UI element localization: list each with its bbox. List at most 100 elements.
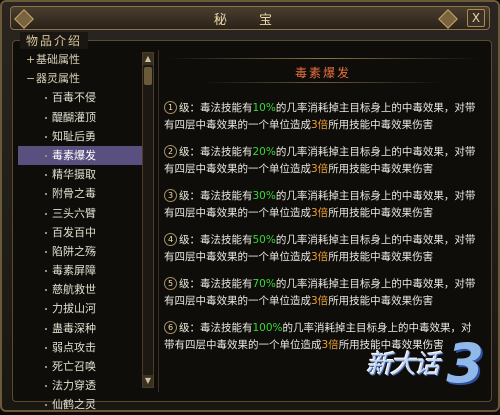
bullet-icon xyxy=(44,381,52,389)
tree-category[interactable]: −器灵属性 xyxy=(18,69,142,88)
tree-item[interactable]: 毒素屏障 xyxy=(18,261,142,280)
header-divider-top xyxy=(166,58,480,59)
level-text-prefix: 级：毒法技能有 xyxy=(179,102,253,114)
section-label: 物品介绍 xyxy=(20,32,89,49)
bullet-icon xyxy=(44,247,52,255)
bullet-icon xyxy=(44,228,52,236)
bullet-icon xyxy=(44,285,52,293)
title-bar[interactable]: 秘 宝 X xyxy=(10,6,490,30)
bullet-icon xyxy=(44,304,52,312)
tree-item-label: 死亡召唤 xyxy=(52,360,96,373)
level-description: 1 级：毒法技能有10%的几率消耗掉主目标身上的中毒效果，对带有四层中毒效果的一个… xyxy=(164,100,482,134)
damage-multiplier: 3倍 xyxy=(311,163,329,175)
tree-item[interactable]: 蛊毒深种 xyxy=(18,319,142,338)
tree-item-label: 力拔山河 xyxy=(52,302,96,316)
bullet-icon xyxy=(44,266,52,274)
tree-item[interactable]: 法力穿透 xyxy=(18,376,142,395)
scroll-up-icon[interactable]: ▲ xyxy=(143,53,153,65)
tree-item[interactable]: 慈航救世 xyxy=(18,280,142,299)
proc-chance: 20% xyxy=(252,146,276,158)
scroll-thumb[interactable] xyxy=(144,67,152,85)
tree-item-label: 知耻后勇 xyxy=(52,129,96,143)
level-text-prefix: 级：毒法技能有 xyxy=(179,190,253,202)
level-text-prefix: 级：毒法技能有 xyxy=(179,234,253,246)
damage-multiplier: 3倍 xyxy=(311,119,329,131)
tree-item[interactable]: 弱点攻击 xyxy=(18,338,142,357)
tree-item[interactable]: 毒素爆发 xyxy=(18,145,142,166)
tree-item[interactable]: 百毒不侵 xyxy=(18,88,142,107)
tree-item[interactable]: 醍醐灌顶 xyxy=(18,108,142,127)
bullet-icon xyxy=(44,93,52,101)
tree-item[interactable]: 百发百中 xyxy=(18,223,142,242)
tree-item[interactable]: 精华摄取 xyxy=(18,165,142,184)
watermark-text: 新大话 xyxy=(366,350,440,380)
game-logo-watermark: 新大话 3 xyxy=(366,332,484,396)
level-description: 5 级：毒法技能有70%的几率消耗掉主目标身上的中毒效果，对带有四层中毒效果的一个… xyxy=(164,276,482,310)
tree-item-label: 醍醐灌顶 xyxy=(52,110,96,124)
detail-header: 毒素爆发 xyxy=(294,66,351,80)
level-description: 3 级：毒法技能有30%的几率消耗掉主目标身上的中毒效果，对带有四层中毒效果的一个… xyxy=(164,188,482,222)
bullet-icon xyxy=(44,189,52,197)
bullet-icon xyxy=(44,324,52,332)
tree-scrollbar[interactable]: ▲ ▼ xyxy=(142,52,154,388)
tree-item[interactable]: 知耻后勇 xyxy=(18,127,142,146)
bullet-icon xyxy=(44,400,52,408)
bullet-icon xyxy=(44,113,52,121)
tree-item[interactable]: 死亡召唤 xyxy=(18,357,142,376)
bullet-icon xyxy=(44,151,52,159)
tree-item-label: 精华摄取 xyxy=(52,168,96,182)
tree-item-label: 法力穿透 xyxy=(52,379,96,393)
level-text-suffix: 所用技能中毒效果伤害 xyxy=(328,119,434,131)
tree-item-label: 毒素屏障 xyxy=(52,264,96,278)
tree-item-label: 毒素爆发 xyxy=(52,148,96,162)
close-button[interactable]: X xyxy=(467,9,485,27)
level-text-prefix: 级：毒法技能有 xyxy=(179,322,253,334)
level-text-suffix: 所用技能中毒效果伤害 xyxy=(328,207,434,219)
bullet-icon xyxy=(44,170,52,178)
tree-item[interactable]: 附骨之毒 xyxy=(18,184,142,203)
tree-item-label: 百毒不侵 xyxy=(52,91,96,105)
tree-item-label: 三头六臂 xyxy=(52,206,96,220)
tree-category-label: 器灵属性 xyxy=(36,72,80,86)
bullet-icon xyxy=(44,209,52,217)
level-number-icon: 1 xyxy=(164,101,177,114)
tree-item[interactable]: 陷阱之殇 xyxy=(18,242,142,261)
tree-item-label: 仙鹤之灵 xyxy=(52,398,96,412)
tree-item-label: 慈航救世 xyxy=(52,283,96,297)
window-title: 秘 宝 xyxy=(213,12,287,28)
tree-item-label: 弱点攻击 xyxy=(52,340,96,354)
level-text-suffix: 所用技能中毒效果伤害 xyxy=(328,163,434,175)
header-divider-bottom xyxy=(202,82,444,83)
tree-item[interactable]: 力拔山河 xyxy=(18,299,142,318)
bullet-icon xyxy=(44,132,52,140)
item-tree-panel: +基础属性 −器灵属性 百毒不侵 醍醐灌顶 知耻后勇 毒素爆发 精华摄取 附骨之毒 三头六臂 百发… xyxy=(18,50,159,411)
level-description: 4 级：毒法技能有50%的几率消耗掉主目标身上的中毒效果，对带有四层中毒效果的一个… xyxy=(164,232,482,266)
proc-chance: 100% xyxy=(252,322,283,334)
tree-category[interactable]: +基础属性 xyxy=(18,50,142,69)
tree-item-label: 蛊毒深种 xyxy=(52,321,96,335)
level-text-prefix: 级：毒法技能有 xyxy=(179,146,253,158)
level-text-prefix: 级：毒法技能有 xyxy=(179,278,253,290)
level-text-suffix: 所用技能中毒效果伤害 xyxy=(328,251,434,263)
title-ornament-right-icon xyxy=(438,9,458,29)
tree-item-label: 附骨之毒 xyxy=(52,187,96,201)
proc-chance: 30% xyxy=(252,190,276,202)
tree-item[interactable]: 三头六臂 xyxy=(18,204,142,223)
level-number-icon: 5 xyxy=(164,277,177,290)
bullet-icon xyxy=(44,362,52,370)
tree-category-label: 基础属性 xyxy=(36,53,80,66)
damage-multiplier: 3倍 xyxy=(311,207,329,219)
level-number-icon: 3 xyxy=(164,189,177,202)
proc-chance: 70% xyxy=(252,278,276,290)
expand-icon[interactable]: + xyxy=(26,50,36,69)
collapse-icon[interactable]: − xyxy=(26,69,36,88)
proc-chance: 50% xyxy=(252,234,276,246)
title-ornament-left-icon xyxy=(14,9,34,29)
proc-chance: 10% xyxy=(252,102,276,114)
damage-multiplier: 3倍 xyxy=(311,295,329,307)
treasure-window: 秘 宝 X 物品介绍 +基础属性 −器灵属性 百毒不侵 醍醐灌顶 知耻后勇 毒素爆发 精华摄… xyxy=(0,0,500,412)
scroll-down-icon[interactable]: ▼ xyxy=(143,375,153,387)
level-number-icon: 6 xyxy=(164,321,177,334)
item-tree: +基础属性 −器灵属性 百毒不侵 醍醐灌顶 知耻后勇 毒素爆发 精华摄取 附骨之毒 三头六臂 百发… xyxy=(18,50,142,415)
level-description: 2 级：毒法技能有20%的几率消耗掉主目标身上的中毒效果，对带有四层中毒效果的一个… xyxy=(164,144,482,178)
